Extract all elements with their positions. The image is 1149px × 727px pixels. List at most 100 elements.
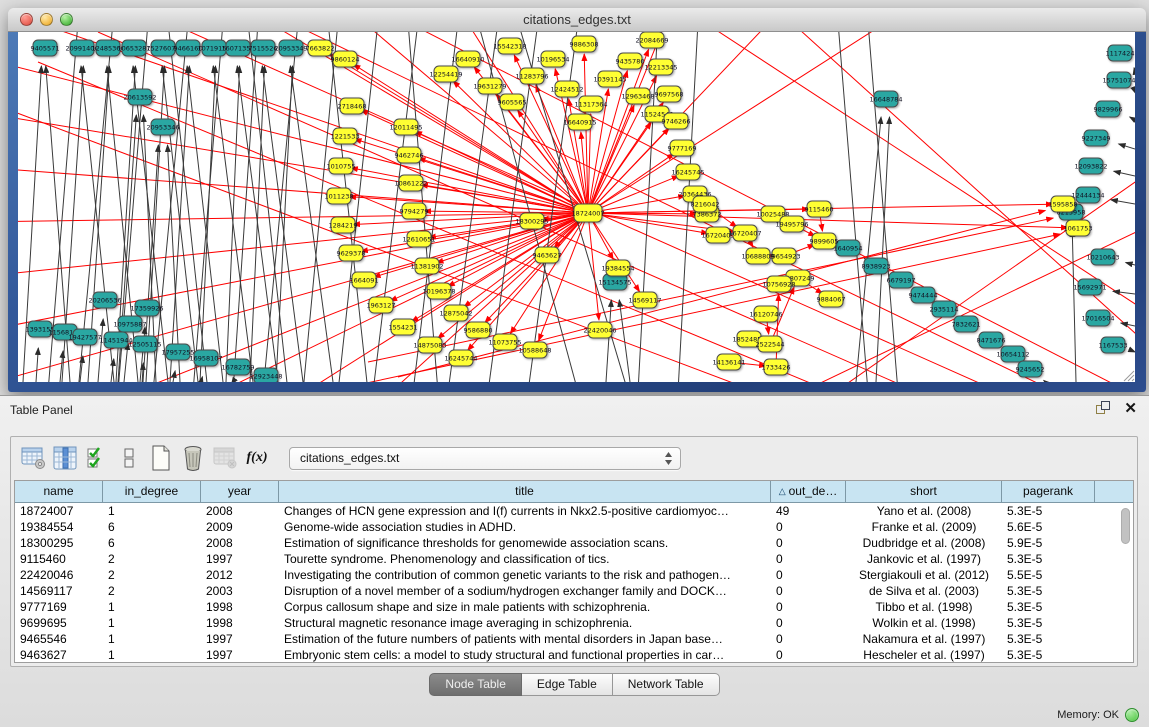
citation-network-graph[interactable]: 9405571209914061248536010653287152760729… <box>18 32 1135 382</box>
cell-year: 1997 <box>201 551 279 567</box>
node-label: 12424512 <box>550 85 583 93</box>
function-builder-icon[interactable]: f(x) <box>243 444 271 472</box>
node-label: 10654112 <box>996 350 1029 358</box>
node-label: 9860124 <box>331 55 360 63</box>
node-label: 8216042 <box>691 200 720 208</box>
memory-ok-indicator <box>1125 708 1139 722</box>
delete-table-disabled-icon <box>211 444 239 472</box>
cell-short: Yano et al. (2008) <box>846 503 1002 519</box>
network-view-frame: 9405571209914061248536010653287152760729… <box>8 32 1146 392</box>
cell-short: Wolkin et al. (1998) <box>846 615 1002 631</box>
node-label: 1117424 <box>1106 49 1135 57</box>
window-titlebar[interactable]: citations_edges.txt <box>8 8 1146 32</box>
cell-pagerank: 5.9E-5 <box>1002 535 1095 551</box>
column-select-icon[interactable] <box>51 444 79 472</box>
node-label: 20953346 <box>146 123 179 131</box>
node-label: 16782759 <box>221 363 254 371</box>
table-row[interactable]: 911546021997Tourette syndrome. Phenomeno… <box>15 551 1133 567</box>
node-label: 19495796 <box>775 220 808 228</box>
column-header-in_degree[interactable]: in_degree <box>103 481 201 502</box>
node-label: 14569117 <box>628 296 661 304</box>
cell-name: 22420046 <box>15 567 103 583</box>
node-label: 10588648 <box>518 346 551 354</box>
node-label: 9829966 <box>1094 105 1123 113</box>
cell-title: Embryonic stem cells: a model to study s… <box>279 647 771 663</box>
cell-pagerank: 5.6E-5 <box>1002 519 1095 535</box>
cell-name: 19384554 <box>15 519 103 535</box>
cell-short: Nakamura et al. (1997) <box>846 631 1002 647</box>
table-row[interactable]: 946554611997Estimation of the future num… <box>15 631 1133 647</box>
cell-out_de: 49 <box>771 503 846 519</box>
cell-short: Stergiakouli et al. (2012) <box>846 567 1002 583</box>
node-label: 2522544 <box>756 340 785 348</box>
cell-out_de: 0 <box>771 615 846 631</box>
cell-title: Estimation of the future numbers of pati… <box>279 631 771 647</box>
node-label: 2718468 <box>338 102 367 110</box>
delete-trash-icon[interactable] <box>179 444 207 472</box>
cell-short: Franke et al. (2009) <box>846 519 1002 535</box>
cell-title: Changes of HCN gene expression and I(f) … <box>279 503 771 519</box>
table-row[interactable]: 1872400712008Changes of HCN gene express… <box>15 503 1133 519</box>
vertical-scrollbar[interactable] <box>1120 506 1131 646</box>
column-header-out_de[interactable]: △out_de… <box>771 481 846 502</box>
tab-node-table[interactable]: Node Table <box>429 673 522 696</box>
column-header-pagerank[interactable]: pagerank <box>1002 481 1095 502</box>
column-header-name[interactable]: name <box>15 481 103 502</box>
column-header-short[interactable]: short <box>846 481 1002 502</box>
node-label: 12875042 <box>439 309 472 317</box>
node-label: 1167533 <box>1099 341 1128 349</box>
cell-pagerank: 5.3E-5 <box>1002 615 1095 631</box>
cell-name: 9115460 <box>15 551 103 567</box>
table-panel: Table Panel ✕ f(x) citations_edges.txt <box>0 395 1149 727</box>
node-table: namein_degreeyeartitle△out_de…shortpager… <box>14 480 1134 663</box>
memory-status-label: Memory: OK <box>1057 709 1119 721</box>
node-label: 9405571 <box>31 44 60 52</box>
tab-network-table[interactable]: Network Table <box>613 673 720 696</box>
table-settings-icon[interactable] <box>19 444 47 472</box>
table-selector-dropdown[interactable]: citations_edges.txt <box>289 447 681 470</box>
table-row[interactable]: 1830029562008Estimation of significance … <box>15 535 1133 551</box>
new-table-icon[interactable] <box>147 444 175 472</box>
cell-in_degree: 1 <box>103 631 201 647</box>
table-row[interactable]: 1456911722003Disruption of a novel membe… <box>15 583 1133 599</box>
canvas-resize-grip[interactable] <box>1124 371 1134 381</box>
cell-out_de: 0 <box>771 599 846 615</box>
row-boxes-icon[interactable] <box>115 444 143 472</box>
cell-in_degree: 2 <box>103 583 201 599</box>
select-rows-check-icon[interactable] <box>83 444 111 472</box>
node-label: 12610651 <box>402 235 435 243</box>
node-label: 9227349 <box>1082 134 1111 142</box>
column-header-year[interactable]: year <box>201 481 279 502</box>
node-label: 19631279 <box>473 82 506 90</box>
table-row[interactable]: 969969511998Structural magnetic resonanc… <box>15 615 1133 631</box>
cell-in_degree: 6 <box>103 535 201 551</box>
network-canvas[interactable]: 9405571209914061248536010653287152760729… <box>18 32 1135 382</box>
node-label: 6679197 <box>887 276 916 284</box>
table-row[interactable]: 2242004622012Investigating the contribut… <box>15 567 1133 583</box>
cell-short: Jankovic et al. (1997) <box>846 551 1002 567</box>
table-row[interactable]: 977716911998Corpus callosum shape and si… <box>15 599 1133 615</box>
node-label: 12505115 <box>128 340 161 348</box>
close-panel-icon[interactable]: ✕ <box>1124 401 1137 417</box>
cell-title: Tourette syndrome. Phenomenology and cla… <box>279 551 771 567</box>
cell-year: 1998 <box>201 615 279 631</box>
node-label: 22420046 <box>583 326 616 334</box>
cell-name: 9465546 <box>15 631 103 647</box>
node-label: 20613592 <box>123 93 156 101</box>
node-label: 11381902 <box>410 262 443 270</box>
node-label: 20953349 <box>274 44 307 52</box>
cell-pagerank: 5.3E-5 <box>1002 583 1095 599</box>
cell-title: Genome-wide association studies in ADHD. <box>279 519 771 535</box>
node-label: 18724007 <box>571 209 604 217</box>
node-label: 10688809 <box>741 252 774 260</box>
table-row[interactable]: 946362711997Embryonic stem cells: a mode… <box>15 647 1133 663</box>
table-row[interactable]: 1938455462009Genome-wide association stu… <box>15 519 1133 535</box>
float-panel-icon[interactable] <box>1096 401 1112 417</box>
scrollbar-thumb[interactable] <box>1121 508 1130 544</box>
node-label: 20206536 <box>88 296 121 304</box>
column-header-title[interactable]: title <box>279 481 771 502</box>
node-label: 9463627 <box>533 251 562 259</box>
tab-edge-table[interactable]: Edge Table <box>522 673 613 696</box>
node-label: 1010755 <box>327 162 356 170</box>
cell-year: 1997 <box>201 631 279 647</box>
